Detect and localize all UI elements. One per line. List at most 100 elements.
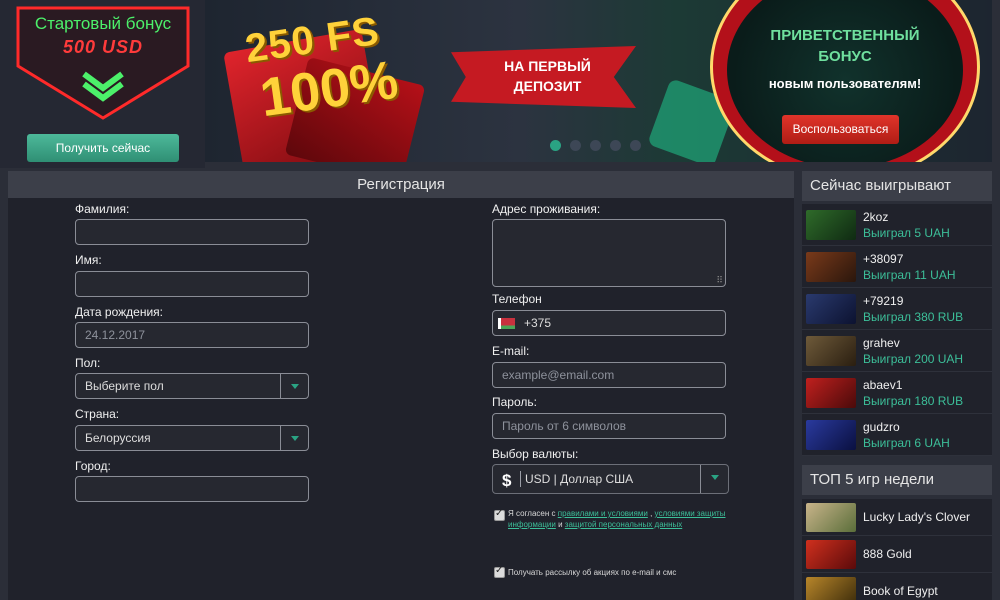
game-name: 888 Gold [863, 547, 912, 561]
gender-select[interactable]: Выберите пол [75, 373, 309, 399]
game-thumbnail [806, 540, 856, 569]
winner-amount: Выиграл 11 UAH [863, 268, 956, 282]
dollar-icon: $ [502, 471, 512, 490]
birthdate-input[interactable]: 24.12.2017 [75, 322, 309, 348]
agree-prefix: Я согласен с [508, 509, 556, 518]
birthdate-label: Дата рождения: [75, 305, 163, 319]
winner-row[interactable]: +38097 Выиграл 11 UAH [802, 246, 992, 288]
ribbon-text: НА ПЕРВЫЙ ДЕПОЗИТ [475, 56, 620, 96]
use-bonus-button[interactable]: Воспользоваться [782, 115, 899, 144]
top-games-list: Lucky Lady's Clover 888 Gold Book of Egy… [802, 499, 992, 600]
winner-row[interactable]: 2koz Выиграл 5 UAH [802, 204, 992, 246]
slider-dot[interactable] [610, 140, 621, 151]
address-label: Адрес проживания: [492, 202, 601, 216]
ribbon-line-1: НА ПЕРВЫЙ [504, 58, 591, 74]
currency-label: Выбор валюты: [492, 447, 579, 461]
welcome-bonus-title: ПРИВЕТСТВЕННЫЙ БОНУС [745, 25, 945, 67]
winner-name: +79219 [863, 294, 904, 308]
surname-label: Фамилия: [75, 202, 130, 216]
newsletter-label: Получать рассылку об акциях по e-mail и … [508, 568, 677, 577]
winner-name: abaev1 [863, 378, 903, 392]
divider [520, 471, 521, 487]
personal-data-link[interactable]: защитой персональных данных [565, 520, 682, 529]
agree-and: и [558, 520, 563, 529]
city-label: Город: [75, 459, 111, 473]
registration-title: Регистрация [8, 171, 794, 198]
password-input[interactable]: Пароль от 6 символов [492, 413, 726, 439]
game-thumbnail [806, 210, 856, 240]
welcome-title-line-2: БОНУС [818, 48, 872, 65]
winner-amount: Выиграл 380 RUB [863, 310, 964, 324]
top-game-row[interactable]: 888 Gold [802, 536, 992, 573]
ribbon-line-2: ДЕПОЗИТ [513, 78, 582, 94]
slider-dot[interactable] [550, 140, 561, 151]
winner-row[interactable]: abaev1 Выиграл 180 RUB [802, 372, 992, 414]
slider-dots [550, 140, 641, 151]
newsletter-checkbox[interactable] [494, 565, 505, 578]
country-label: Страна: [75, 407, 120, 421]
country-select-value: Белоруссия [85, 431, 151, 445]
winner-amount: Выиграл 5 UAH [863, 226, 950, 240]
email-label: E-mail: [492, 344, 530, 358]
promo-banner[interactable]: 250 FS 100% НА ПЕРВЫЙ ДЕПОЗИТ ПРИВЕТСТВЕ… [205, 0, 992, 162]
password-label: Пароль: [492, 395, 537, 409]
phone-input-value: +375 [524, 316, 552, 330]
winner-amount: Выиграл 6 UAH [863, 436, 950, 450]
phone-input[interactable]: +375 [492, 310, 726, 336]
winner-row[interactable]: grahev Выиграл 200 UAH [802, 330, 992, 372]
registration-form: Фамилия: Имя: Дата рождения: 24.12.2017 … [8, 198, 794, 600]
winner-row[interactable]: +79219 Выиграл 380 RUB [802, 288, 992, 330]
winners-list: 2koz Выиграл 5 UAH +38097 Выиграл 11 UAH… [802, 204, 992, 456]
game-thumbnail [806, 294, 856, 324]
game-name: Book of Egypt [863, 584, 938, 598]
winner-name: 2koz [863, 210, 889, 224]
phone-label: Телефон [492, 292, 542, 306]
name-input[interactable] [75, 271, 309, 297]
email-input[interactable]: example@email.com [492, 362, 726, 388]
top-games-title: ТОП 5 игр недели [802, 465, 992, 495]
winner-name: grahev [863, 336, 900, 350]
winner-name: +38097 [863, 252, 904, 266]
game-thumbnail [806, 503, 856, 532]
chevron-down-icon[interactable] [280, 374, 308, 398]
gender-select-value: Выберите пол [85, 379, 164, 393]
winner-amount: Выиграл 180 RUB [863, 394, 964, 408]
agree-separator: , [650, 509, 653, 518]
winner-row[interactable]: gudzro Выиграл 6 UAH [802, 414, 992, 456]
slider-dot[interactable] [590, 140, 601, 151]
surname-input[interactable] [75, 219, 309, 245]
slider-dot[interactable] [630, 140, 641, 151]
slider-dot[interactable] [570, 140, 581, 151]
country-select[interactable]: Белоруссия [75, 425, 309, 451]
game-thumbnail [806, 336, 856, 366]
city-input[interactable] [75, 476, 309, 502]
welcome-title-line-1: ПРИВЕТСТВЕННЫЙ [770, 27, 920, 44]
starter-bonus-block: Стартовый бонус 500 USD Получить сейчас [0, 0, 205, 168]
top-game-row[interactable]: Lucky Lady's Clover [802, 499, 992, 536]
rules-link[interactable]: правилами и условиями [558, 509, 648, 518]
game-thumbnail [806, 378, 856, 408]
resize-handle-icon[interactable]: ⠿ [716, 275, 723, 286]
get-bonus-button[interactable]: Получить сейчас [27, 134, 179, 162]
currency-select-value: USD | Доллар США [525, 472, 634, 486]
agree-terms-checkbox[interactable] [494, 508, 505, 521]
top-game-row[interactable]: Book of Egypt [802, 573, 992, 600]
game-thumbnail [806, 252, 856, 282]
agree-terms-text: Я согласен с правилами и условиями , усл… [508, 508, 728, 530]
currency-select[interactable]: $ USD | Доллар США [492, 464, 729, 494]
gender-label: Пол: [75, 356, 101, 370]
starter-bonus-amount: 500 USD [62, 37, 144, 57]
name-label: Имя: [75, 253, 102, 267]
winner-name: gudzro [863, 420, 900, 434]
belarus-flag-icon[interactable] [498, 318, 515, 329]
address-textarea[interactable]: ⠿ [492, 219, 726, 287]
welcome-bonus-subtitle: новым пользователям! [768, 76, 922, 91]
starter-bonus-title: Стартовый бонус [34, 14, 172, 33]
winner-amount: Выиграл 200 UAH [863, 352, 964, 366]
chevron-down-icon[interactable] [700, 465, 728, 493]
game-thumbnail [806, 577, 856, 600]
winners-title: Сейчас выигрывают [802, 171, 992, 201]
game-thumbnail [806, 420, 856, 450]
chevron-down-icon[interactable] [280, 426, 308, 450]
game-name: Lucky Lady's Clover [863, 510, 971, 524]
